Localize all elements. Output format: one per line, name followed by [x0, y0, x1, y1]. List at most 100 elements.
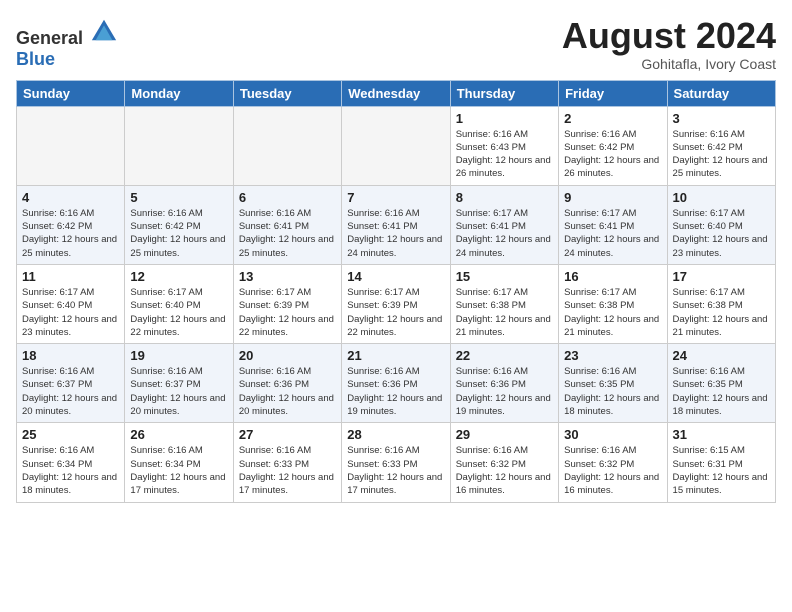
day-info: Sunrise: 6:16 AMSunset: 6:33 PMDaylight:… — [347, 444, 444, 497]
day-info: Sunrise: 6:16 AMSunset: 6:42 PMDaylight:… — [673, 128, 770, 181]
day-cell: 10 Sunrise: 6:17 AMSunset: 6:40 PMDayligh… — [667, 185, 775, 264]
day-info: Sunrise: 6:17 AMSunset: 6:38 PMDaylight:… — [564, 286, 661, 339]
day-number: 25 — [22, 427, 119, 442]
day-info: Sunrise: 6:16 AMSunset: 6:42 PMDaylight:… — [564, 128, 661, 181]
day-number: 23 — [564, 348, 661, 363]
day-info: Sunrise: 6:16 AMSunset: 6:35 PMDaylight:… — [564, 365, 661, 418]
location: Gohitafla, Ivory Coast — [562, 56, 776, 72]
day-number: 6 — [239, 190, 336, 205]
weekday-header-sunday: Sunday — [17, 80, 125, 106]
day-cell: 11 Sunrise: 6:17 AMSunset: 6:40 PMDayligh… — [17, 264, 125, 343]
week-row-2: 4Sunrise: 6:16 AMSunset: 6:42 PMDaylight… — [17, 185, 776, 264]
day-info: Sunrise: 6:17 AMSunset: 6:39 PMDaylight:… — [239, 286, 336, 339]
day-number: 24 — [673, 348, 770, 363]
day-number: 3 — [673, 111, 770, 126]
day-info: Sunrise: 6:16 AMSunset: 6:32 PMDaylight:… — [564, 444, 661, 497]
day-cell: 4Sunrise: 6:16 AMSunset: 6:42 PMDaylight… — [17, 185, 125, 264]
logo-text: General Blue — [16, 16, 118, 70]
day-info: Sunrise: 6:17 AMSunset: 6:38 PMDaylight:… — [456, 286, 553, 339]
logo-blue: Blue — [16, 49, 55, 69]
day-cell: 28 Sunrise: 6:16 AMSunset: 6:33 PMDayligh… — [342, 423, 450, 502]
day-cell: 5Sunrise: 6:16 AMSunset: 6:42 PMDaylight… — [125, 185, 233, 264]
weekday-header-row: SundayMondayTuesdayWednesdayThursdayFrid… — [17, 80, 776, 106]
weekday-header-thursday: Thursday — [450, 80, 558, 106]
day-number: 5 — [130, 190, 227, 205]
page-header: General Blue August 2024 Gohitafla, Ivor… — [16, 16, 776, 72]
day-cell — [233, 106, 341, 185]
day-cell: 18 Sunrise: 6:16 AMSunset: 6:37 PMDayligh… — [17, 344, 125, 423]
day-cell: 17 Sunrise: 6:17 AMSunset: 6:38 PMDayligh… — [667, 264, 775, 343]
day-cell: 22 Sunrise: 6:16 AMSunset: 6:36 PMDayligh… — [450, 344, 558, 423]
day-info: Sunrise: 6:16 AMSunset: 6:41 PMDaylight:… — [239, 207, 336, 260]
day-number: 16 — [564, 269, 661, 284]
day-cell: 8Sunrise: 6:17 AMSunset: 6:41 PMDaylight… — [450, 185, 558, 264]
day-cell: 25 Sunrise: 6:16 AMSunset: 6:34 PMDayligh… — [17, 423, 125, 502]
weekday-header-monday: Monday — [125, 80, 233, 106]
day-cell: 16 Sunrise: 6:17 AMSunset: 6:38 PMDayligh… — [559, 264, 667, 343]
day-info: Sunrise: 6:17 AMSunset: 6:41 PMDaylight:… — [564, 207, 661, 260]
logo-general: General — [16, 28, 83, 48]
day-cell: 30 Sunrise: 6:16 AMSunset: 6:32 PMDayligh… — [559, 423, 667, 502]
day-cell — [342, 106, 450, 185]
day-number: 17 — [673, 269, 770, 284]
day-number: 12 — [130, 269, 227, 284]
week-row-1: 1Sunrise: 6:16 AMSunset: 6:43 PMDaylight… — [17, 106, 776, 185]
day-number: 2 — [564, 111, 661, 126]
day-number: 10 — [673, 190, 770, 205]
day-number: 27 — [239, 427, 336, 442]
day-number: 11 — [22, 269, 119, 284]
day-number: 8 — [456, 190, 553, 205]
title-block: August 2024 Gohitafla, Ivory Coast — [562, 16, 776, 72]
day-number: 28 — [347, 427, 444, 442]
day-info: Sunrise: 6:17 AMSunset: 6:38 PMDaylight:… — [673, 286, 770, 339]
logo-icon — [90, 16, 118, 44]
weekday-header-saturday: Saturday — [667, 80, 775, 106]
day-number: 20 — [239, 348, 336, 363]
day-info: Sunrise: 6:17 AMSunset: 6:39 PMDaylight:… — [347, 286, 444, 339]
day-cell: 12 Sunrise: 6:17 AMSunset: 6:40 PMDayligh… — [125, 264, 233, 343]
day-cell: 6 Sunrise: 6:16 AMSunset: 6:41 PMDaylight… — [233, 185, 341, 264]
day-number: 9 — [564, 190, 661, 205]
day-info: Sunrise: 6:17 AMSunset: 6:40 PMDaylight:… — [130, 286, 227, 339]
day-number: 18 — [22, 348, 119, 363]
day-cell: 3 Sunrise: 6:16 AMSunset: 6:42 PMDaylight… — [667, 106, 775, 185]
day-info: Sunrise: 6:16 AMSunset: 6:36 PMDaylight:… — [239, 365, 336, 418]
day-cell: 15Sunrise: 6:17 AMSunset: 6:38 PMDayligh… — [450, 264, 558, 343]
day-number: 19 — [130, 348, 227, 363]
day-info: Sunrise: 6:16 AMSunset: 6:41 PMDaylight:… — [347, 207, 444, 260]
day-cell: 1Sunrise: 6:16 AMSunset: 6:43 PMDaylight… — [450, 106, 558, 185]
weekday-header-wednesday: Wednesday — [342, 80, 450, 106]
day-info: Sunrise: 6:16 AMSunset: 6:34 PMDaylight:… — [22, 444, 119, 497]
weekday-header-tuesday: Tuesday — [233, 80, 341, 106]
day-cell: 19Sunrise: 6:16 AMSunset: 6:37 PMDayligh… — [125, 344, 233, 423]
day-cell: 27 Sunrise: 6:16 AMSunset: 6:33 PMDayligh… — [233, 423, 341, 502]
day-cell — [17, 106, 125, 185]
day-cell: 2 Sunrise: 6:16 AMSunset: 6:42 PMDaylight… — [559, 106, 667, 185]
day-info: Sunrise: 6:16 AMSunset: 6:33 PMDaylight:… — [239, 444, 336, 497]
day-number: 1 — [456, 111, 553, 126]
day-cell: 21Sunrise: 6:16 AMSunset: 6:36 PMDayligh… — [342, 344, 450, 423]
day-cell: 7Sunrise: 6:16 AMSunset: 6:41 PMDaylight… — [342, 185, 450, 264]
day-number: 13 — [239, 269, 336, 284]
day-info: Sunrise: 6:16 AMSunset: 6:36 PMDaylight:… — [456, 365, 553, 418]
day-number: 30 — [564, 427, 661, 442]
day-number: 22 — [456, 348, 553, 363]
day-number: 29 — [456, 427, 553, 442]
day-info: Sunrise: 6:16 AMSunset: 6:35 PMDaylight:… — [673, 365, 770, 418]
day-info: Sunrise: 6:17 AMSunset: 6:40 PMDaylight:… — [22, 286, 119, 339]
day-number: 26 — [130, 427, 227, 442]
day-info: Sunrise: 6:17 AMSunset: 6:40 PMDaylight:… — [673, 207, 770, 260]
day-info: Sunrise: 6:16 AMSunset: 6:37 PMDaylight:… — [22, 365, 119, 418]
day-cell: 20 Sunrise: 6:16 AMSunset: 6:36 PMDayligh… — [233, 344, 341, 423]
day-cell: 9 Sunrise: 6:17 AMSunset: 6:41 PMDaylight… — [559, 185, 667, 264]
weekday-header-friday: Friday — [559, 80, 667, 106]
day-cell: 26 Sunrise: 6:16 AMSunset: 6:34 PMDayligh… — [125, 423, 233, 502]
week-row-5: 25 Sunrise: 6:16 AMSunset: 6:34 PMDayligh… — [17, 423, 776, 502]
day-cell — [125, 106, 233, 185]
day-info: Sunrise: 6:16 AMSunset: 6:36 PMDaylight:… — [347, 365, 444, 418]
day-cell: 24 Sunrise: 6:16 AMSunset: 6:35 PMDayligh… — [667, 344, 775, 423]
day-info: Sunrise: 6:16 AMSunset: 6:34 PMDaylight:… — [130, 444, 227, 497]
week-row-4: 18 Sunrise: 6:16 AMSunset: 6:37 PMDayligh… — [17, 344, 776, 423]
logo: General Blue — [16, 16, 118, 70]
day-cell: 31Sunrise: 6:15 AMSunset: 6:31 PMDayligh… — [667, 423, 775, 502]
